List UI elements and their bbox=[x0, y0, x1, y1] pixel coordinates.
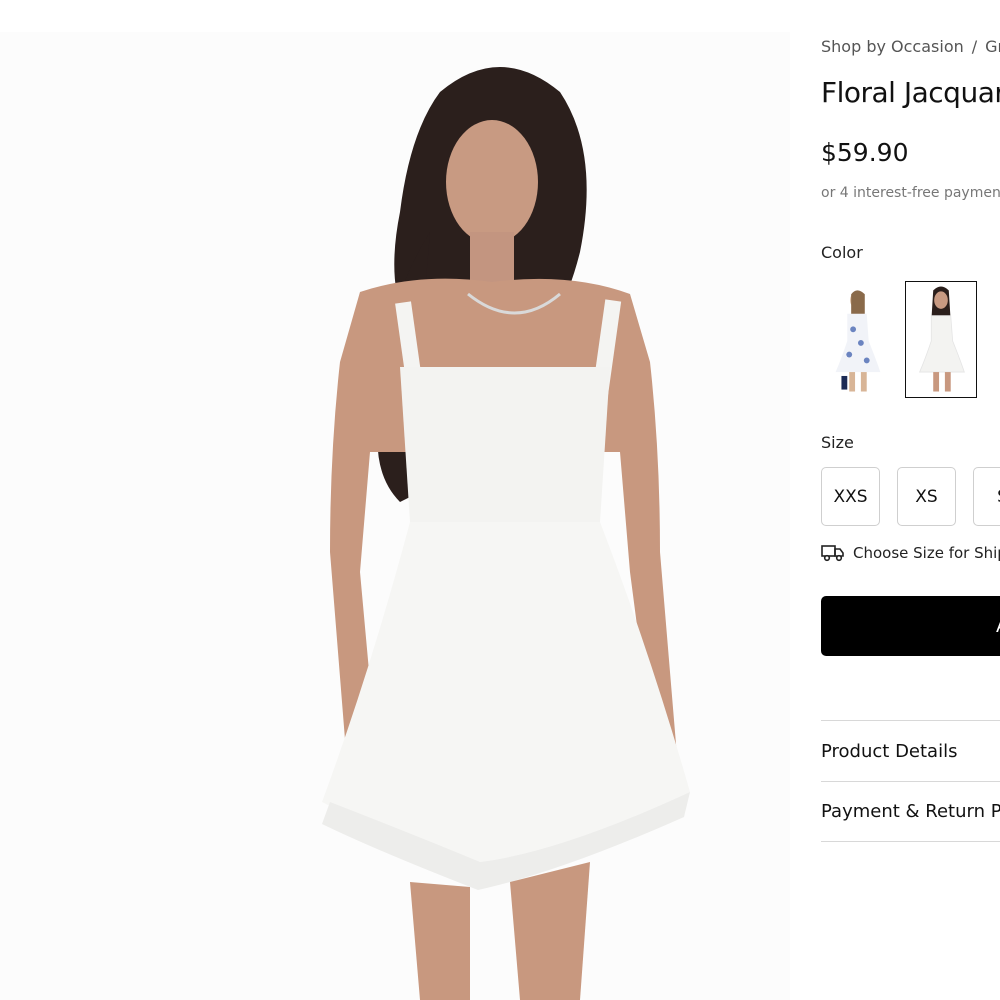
size-label: Size bbox=[821, 433, 854, 452]
size-button-xxs[interactable]: XXS bbox=[821, 467, 880, 526]
add-to-cart-button[interactable]: A bbox=[821, 596, 1000, 656]
breadcrumb-link-occasion[interactable]: Shop by Occasion bbox=[821, 37, 964, 56]
product-accordion: Product Details Payment & Return Poli bbox=[821, 720, 1000, 842]
swatch-blue-floral-thumbnail bbox=[822, 282, 892, 397]
breadcrumb-link-category[interactable]: Gr bbox=[985, 37, 1000, 56]
product-image-area bbox=[0, 0, 790, 1000]
size-options: XXS XS S bbox=[821, 467, 1000, 526]
product-main-image[interactable] bbox=[0, 32, 790, 1000]
accordion-payment-return[interactable]: Payment & Return Poli bbox=[821, 781, 1000, 842]
breadcrumb: Shop by Occasion / Gr bbox=[821, 37, 1000, 56]
size-button-xs[interactable]: XS bbox=[897, 467, 956, 526]
swatch-white[interactable] bbox=[905, 281, 977, 398]
product-title: Floral Jacquard bbox=[821, 76, 1000, 109]
truck-icon bbox=[821, 543, 845, 563]
color-label: Color bbox=[821, 243, 863, 262]
shipping-notice: Choose Size for Shipp bbox=[821, 543, 1000, 563]
swatch-blue-floral[interactable] bbox=[821, 281, 893, 398]
shipping-text: Choose Size for Shipp bbox=[853, 544, 1000, 562]
color-swatches bbox=[821, 281, 977, 398]
size-button-s[interactable]: S bbox=[973, 467, 1000, 526]
accordion-product-details[interactable]: Product Details bbox=[821, 720, 1000, 781]
product-info-panel: Shop by Occasion / Gr Floral Jacquard $5… bbox=[821, 0, 1000, 1000]
model-photo bbox=[0, 32, 790, 1000]
breadcrumb-separator: / bbox=[971, 37, 978, 56]
product-price: $59.90 bbox=[821, 138, 909, 167]
swatch-white-thumbnail bbox=[906, 282, 976, 397]
installments-text[interactable]: or 4 interest-free payments o bbox=[821, 185, 1000, 201]
